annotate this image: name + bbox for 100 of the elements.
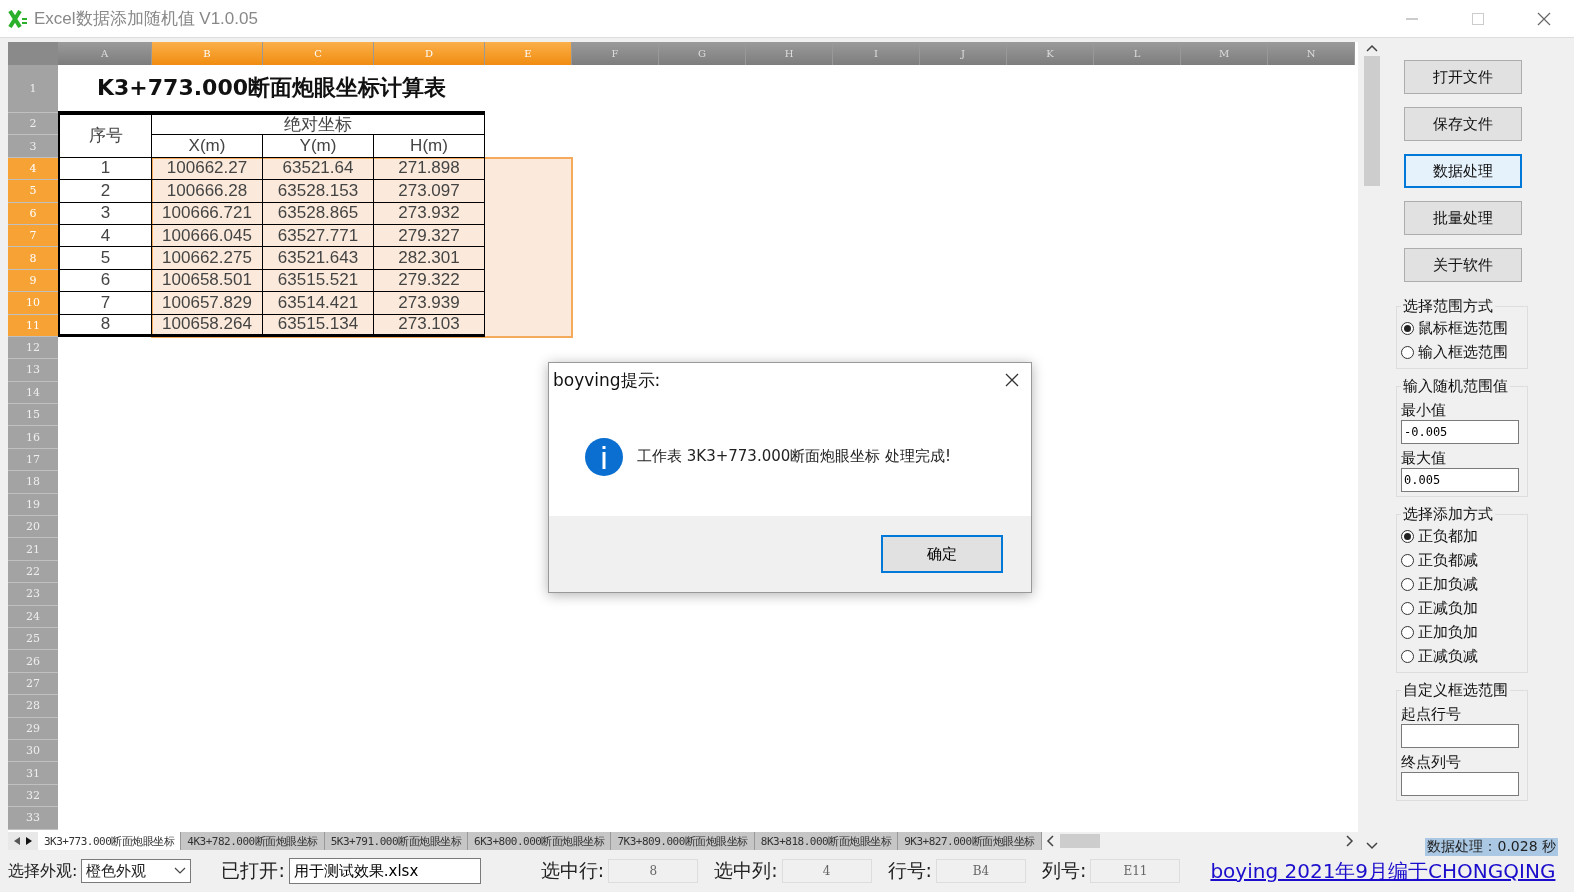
chevron-right-icon[interactable]	[1346, 835, 1354, 847]
sheet-tab[interactable]: 3K3+773.000断面炮眼坐标	[38, 832, 182, 850]
chevron-left-icon[interactable]	[1045, 835, 1054, 847]
row-header[interactable]: 18	[8, 471, 58, 494]
column-header[interactable]: J	[920, 42, 1007, 65]
sheet-tab[interactable]: 9K3+827.000断面炮眼坐标	[898, 832, 1042, 850]
scrollbar-thumb[interactable]	[1059, 834, 1100, 848]
side-button[interactable]: 数据处理	[1404, 154, 1522, 188]
field-label: 起点行号	[1401, 705, 1462, 724]
column-header[interactable]: A	[58, 42, 152, 65]
info-icon	[585, 437, 623, 476]
row-header[interactable]: 8	[8, 247, 58, 270]
sheet-tab[interactable]: 4K3+782.000断面炮眼坐标	[181, 832, 325, 850]
radio-button[interactable]: 输入框选范围	[1401, 340, 1523, 364]
row-header[interactable]: 2	[8, 113, 58, 136]
column-header[interactable]: D	[374, 42, 485, 65]
column-header[interactable]: E	[485, 42, 572, 65]
side-button[interactable]: 关于软件	[1404, 248, 1522, 282]
table-cell: 63528.153	[263, 180, 374, 203]
sheet-tab[interactable]: 8K3+818.000断面炮眼坐标	[754, 832, 899, 850]
table-cell: 273.939	[374, 292, 485, 315]
row-header[interactable]: 29	[8, 717, 58, 740]
row-header[interactable]: 4	[8, 157, 58, 181]
radio-button[interactable]: 正加负减	[1401, 572, 1523, 596]
column-header[interactable]: B	[152, 42, 263, 65]
input-field[interactable]: -0.005	[1401, 420, 1519, 444]
column-header[interactable]: C	[263, 42, 374, 65]
side-button[interactable]: 打开文件	[1404, 60, 1522, 94]
readout-label: 选中列:	[714, 858, 778, 883]
table-cell: 273.932	[374, 202, 485, 225]
row-header[interactable]: 16	[8, 426, 58, 449]
input-field[interactable]	[1401, 724, 1519, 748]
row-header[interactable]: 13	[8, 359, 58, 382]
table-cell: 271.898	[374, 157, 485, 181]
sheet-title: K3+773.000断面炮眼坐标计算表	[58, 65, 485, 113]
row-header[interactable]: 10	[8, 292, 58, 315]
radio-button[interactable]: 鼠标框选范围	[1401, 316, 1523, 340]
opened-file-field[interactable]: 用于测试效果.xlsx	[288, 858, 481, 884]
column-header[interactable]: H	[746, 42, 833, 65]
column-header[interactable]: M	[1181, 42, 1268, 65]
row-header[interactable]: 25	[8, 628, 58, 651]
scroll-right-icon[interactable]	[26, 837, 32, 845]
row-header[interactable]: 19	[8, 493, 58, 517]
row-header[interactable]: 20	[8, 516, 58, 539]
close-icon[interactable]	[1537, 11, 1551, 26]
radio-button[interactable]: 正减负加	[1401, 596, 1523, 620]
row-header[interactable]: 3	[8, 135, 58, 158]
ok-button[interactable]: 确定	[881, 535, 1003, 573]
side-button[interactable]: 保存文件	[1404, 107, 1522, 141]
row-header[interactable]: 11	[8, 314, 58, 337]
row-header[interactable]: 1	[8, 65, 58, 113]
chevron-up-icon[interactable]	[1366, 44, 1378, 52]
row-header[interactable]: 27	[8, 672, 58, 696]
row-header[interactable]: 5	[8, 180, 58, 203]
author-link[interactable]: boying 2021年9月编于CHONGQING	[1210, 857, 1556, 885]
column-header[interactable]: G	[659, 42, 746, 65]
close-icon[interactable]	[1005, 373, 1019, 387]
table-cell: 4	[58, 224, 152, 248]
sheet-tab[interactable]: 7K3+809.000断面炮眼坐标	[611, 832, 755, 850]
scroll-left-icon[interactable]	[14, 837, 20, 845]
row-header[interactable]: 31	[8, 762, 58, 785]
row-header[interactable]: 23	[8, 583, 58, 606]
column-header[interactable]: F	[572, 42, 659, 65]
readout-label: 行号:	[887, 858, 932, 883]
row-header[interactable]: 21	[8, 538, 58, 561]
row-header[interactable]: 15	[8, 404, 58, 427]
row-header[interactable]: 12	[8, 336, 58, 360]
row-header[interactable]: 14	[8, 381, 58, 405]
chevron-down-icon[interactable]	[1366, 842, 1378, 850]
readout-label: 选中行:	[540, 858, 605, 883]
radio-button[interactable]: 正负都减	[1401, 548, 1523, 572]
input-field[interactable]	[1401, 772, 1519, 796]
row-header[interactable]: 28	[8, 695, 58, 718]
table-header: 序号	[58, 113, 152, 158]
skin-dropdown[interactable]: 橙色外观	[81, 859, 192, 883]
input-field[interactable]: 0.005	[1401, 468, 1519, 492]
column-header[interactable]: K	[1007, 42, 1094, 65]
column-header[interactable]: L	[1094, 42, 1181, 65]
column-header[interactable]: N	[1268, 42, 1355, 65]
window-title: Excel数据添加随机值 V1.0.05	[34, 8, 259, 30]
row-header[interactable]: 33	[8, 807, 58, 830]
row-header[interactable]: 26	[8, 650, 58, 673]
radio-button[interactable]: 正减负减	[1401, 644, 1523, 668]
row-header[interactable]: 17	[8, 448, 58, 472]
scrollbar-thumb[interactable]	[1364, 56, 1380, 186]
row-header[interactable]: 7	[8, 224, 58, 248]
row-header[interactable]: 24	[8, 605, 58, 628]
field-label: 最大值	[1401, 449, 1447, 468]
radio-button[interactable]: 正负都加	[1401, 524, 1523, 548]
row-header[interactable]: 6	[8, 202, 58, 225]
sheet-tab[interactable]: 5K3+791.000断面炮眼坐标	[324, 832, 469, 850]
row-header[interactable]: 30	[8, 739, 58, 763]
column-header[interactable]: I	[833, 42, 920, 65]
row-header[interactable]: 32	[8, 784, 58, 808]
side-button[interactable]: 批量处理	[1404, 201, 1522, 235]
sheet-tab[interactable]: 6K3+800.000断面炮眼坐标	[468, 832, 612, 850]
radio-button[interactable]: 正加负加	[1401, 620, 1523, 644]
row-header[interactable]: 22	[8, 560, 58, 584]
row-header[interactable]: 9	[8, 269, 58, 293]
table-cell: 282.301	[374, 247, 485, 270]
